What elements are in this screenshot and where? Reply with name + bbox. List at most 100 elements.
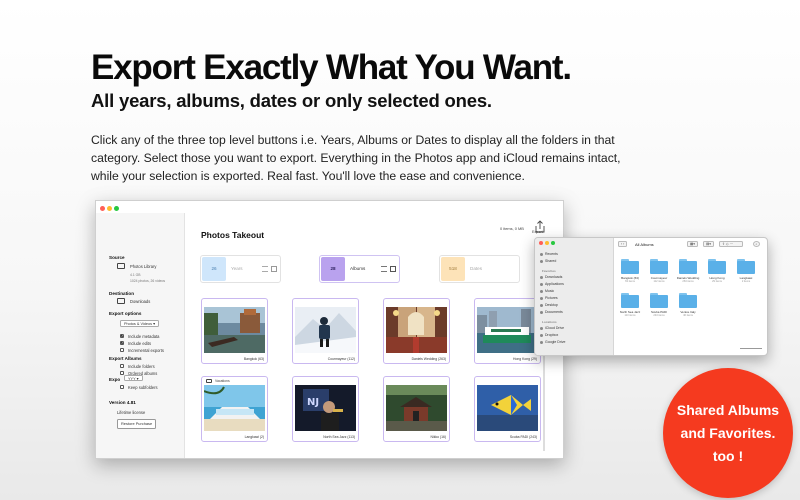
locations-heading: Locations [542,320,557,324]
dates-button[interactable]: 518 Dates [439,255,520,283]
album-folder-name: Vacations [215,379,230,383]
view-mode-button[interactable]: ▦▾ [687,241,699,247]
years-button[interactable]: 26 Years [200,255,281,283]
chevron-down-icon: ▾ [153,322,155,326]
destination-name[interactable]: Downloads [130,299,150,304]
export-icon[interactable] [533,220,547,238]
restore-purchase-button[interactable]: Restore Purchase [117,419,157,429]
zoom-window-button[interactable] [114,206,119,211]
icon-size-slider[interactable] [740,348,762,349]
minimize-window-button[interactable] [545,241,549,245]
include-edits-checkbox[interactable]: ✓ [120,341,124,345]
finder-item-documents[interactable]: Documents [540,310,563,314]
export-options-heading: Export options [109,311,142,316]
finder-folder-icon[interactable] [737,259,755,274]
minimize-window-button[interactable] [107,206,112,211]
finder-folder-icon[interactable] [708,259,726,274]
finder-folder-info: 263 items [682,280,694,283]
finder-item-icloud[interactable]: iCloud Drive [540,326,564,330]
finder-folder-icon[interactable] [650,293,668,308]
finder-item-label: Desktop [545,303,558,307]
album-tile[interactable]: Nikko (16) [383,376,450,442]
source-count: 1024 photos, 26 videos [130,279,166,283]
years-label: Years [231,266,243,271]
window-title: Photos Takeout [201,230,265,240]
finder-item-label: Downloads [545,275,563,279]
finder-item-label: Documents [545,310,563,314]
album-tile[interactable]: Vacations Langkawi (2) [201,376,268,442]
favorites-heading: Favorites [542,269,556,273]
album-tile[interactable]: Courmayeur (112) [292,298,359,364]
finder-folder-info: 112 items [653,280,665,283]
finder-item-label: Music [545,289,555,293]
years-count: 26 [202,257,226,281]
shared-folder-icon [540,259,543,263]
finder-item-desktop[interactable]: Desktop [540,303,558,307]
close-window-button[interactable] [539,241,543,245]
finder-folder-icon[interactable] [679,293,697,308]
album-tile[interactable]: Scuba PADI (243) [474,376,541,442]
album-thumbnail-jazz: NJ [295,385,356,431]
finder-folder-icon[interactable] [621,259,639,274]
albums-button[interactable]: 28 Albums [319,255,400,283]
album-thumbnail-wedding [386,307,447,353]
keep-subfolders-checkbox[interactable] [120,385,124,389]
finder-item-recents[interactable]: Recents [540,252,558,256]
back-forward-button[interactable]: ‹ › [618,241,628,247]
finder-item-music[interactable]: Music [540,289,554,293]
ordered-albums-checkbox[interactable] [120,371,124,375]
include-folders-label: Include folders [128,364,155,369]
album-tile[interactable]: Hong Kong (29) [474,298,541,364]
finder-folder-info: 243 items [653,314,665,317]
badge-line-2: and Favorites. [680,425,776,441]
grid-view-icon[interactable] [390,266,396,272]
finder-item-shared[interactable]: Shared [540,259,556,263]
cloud-icon [540,326,543,330]
album-caption: Nikko (16) [430,435,446,439]
finder-folder-icon[interactable] [679,259,697,274]
group-button[interactable]: ▤▾ [703,241,715,247]
finder-item-downloads[interactable]: Downloads [540,275,562,279]
include-metadata-checkbox[interactable]: ✓ [120,334,124,338]
grid-view-icon[interactable] [271,266,277,272]
finder-item-applications[interactable]: Applications [540,282,564,286]
finder-item-label: iCloud Drive [545,326,565,330]
incremental-exports-label: Incremental exports [128,348,164,353]
finder-item-pictures[interactable]: Pictures [540,296,558,300]
incremental-exports-checkbox[interactable] [120,348,124,352]
finder-folder-info: 29 items [712,280,722,283]
close-window-button[interactable] [100,206,105,211]
folder-icon [206,379,212,383]
svg-text:NJ: NJ [307,397,319,408]
album-thumbnail-langkawi [204,385,265,431]
badge-line-1: Shared Albums [676,402,780,418]
list-view-icon[interactable] [262,266,268,272]
media-select[interactable]: Photos & Videos ▾ [120,320,159,327]
album-tile[interactable]: Bangkok (63) [201,298,268,364]
finder-item-label: Google Drive [545,340,566,344]
finder-item-dropbox[interactable]: Dropbox [540,333,558,337]
zoom-window-button[interactable] [551,241,555,245]
badge-line-3: too ! [712,448,744,464]
dropbox-icon [540,333,543,337]
album-caption: Hong Kong (29) [513,357,537,361]
subheadline: All years, albums, dates or only selecte… [91,90,492,111]
finder-sidebar: Recents Shared Favorites Downloads Appli… [535,238,614,355]
album-thumbnail-hongkong [477,307,538,353]
finder-folder-icon[interactable] [650,259,668,274]
source-name[interactable]: Photos Library [130,264,156,269]
album-tile[interactable]: Daniels Wedding (263) [383,298,450,364]
search-icon[interactable]: ⌕ [753,241,760,247]
share-tag-buttons[interactable]: ⇧ ◇ ⋯ [719,241,743,247]
finder-item-label: Shared [545,259,557,263]
export-years-heading: Expo [109,377,121,382]
include-folders-checkbox[interactable] [120,364,124,368]
finder-folder-icon[interactable] [621,293,639,308]
list-view-icon[interactable] [381,266,387,272]
finder-item-google-drive[interactable]: Google Drive [540,340,565,344]
album-tile[interactable]: NJ North Sea Jazz (113) [292,376,359,442]
album-caption: Langkawi (2) [244,435,264,439]
source-size: 4.1 GB [130,273,141,277]
years-format-select[interactable]: YYY ▾ [124,375,143,381]
finder-item-label: Recents [545,252,558,256]
